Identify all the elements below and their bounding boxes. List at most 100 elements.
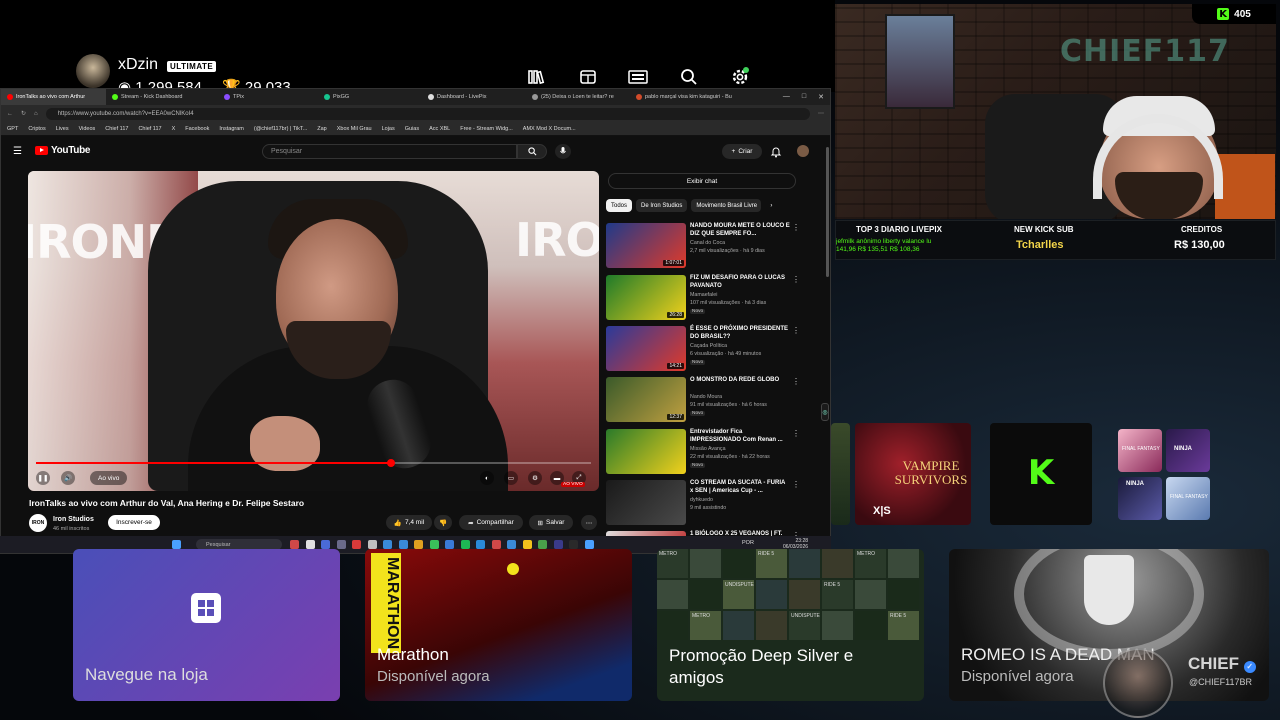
taskbar-app-icon[interactable] bbox=[507, 540, 516, 549]
bookmark[interactable]: Xbox Mil Grau bbox=[337, 126, 372, 132]
save-button[interactable]: ⊞ Salvar bbox=[529, 515, 573, 530]
autoplay-toggle[interactable]: ◐ bbox=[480, 471, 494, 485]
recommendation-title[interactable]: FIZ UM DESAFIO PARA O LUCAS PAVANATO bbox=[690, 275, 790, 290]
subscribe-button[interactable]: Inscrever-se bbox=[108, 515, 160, 530]
more-options-icon[interactable]: ⋮ bbox=[792, 429, 800, 438]
bookmark[interactable]: Videos bbox=[79, 126, 96, 132]
taskbar-app-icon[interactable] bbox=[414, 540, 423, 549]
browser-tab[interactable]: IronTalks ao vivo com Arthur bbox=[1, 89, 106, 105]
bookmark[interactable]: Guias bbox=[405, 126, 419, 132]
library-icon[interactable] bbox=[526, 66, 548, 88]
close-icon[interactable]: ✕ bbox=[818, 93, 824, 101]
recommendation-thumbnail[interactable]: 14:21 bbox=[606, 326, 686, 371]
taskbar-app-icon[interactable] bbox=[569, 540, 578, 549]
recommendation-channel[interactable]: dyhkuedo bbox=[690, 497, 713, 503]
recommendation-item[interactable]: 26:28 FIZ UM DESAFIO PARA O LUCAS PAVANAT… bbox=[606, 275, 801, 325]
vampire-survivors-tile[interactable]: VAMPIRE SURVIVORS X|S bbox=[855, 423, 971, 525]
bookmark[interactable]: Facebook bbox=[185, 126, 209, 132]
recommendation-title[interactable]: É ESSE O PRÓXIMO PRESIDENTE DO BRASIL?? bbox=[690, 326, 790, 341]
recommendation-thumbnail[interactable] bbox=[606, 480, 686, 525]
show-chat-button[interactable]: Exibir chat bbox=[608, 173, 796, 189]
language-indicator[interactable]: POR bbox=[742, 540, 754, 546]
browser-tab[interactable]: TPix bbox=[218, 89, 318, 105]
recommendation-item[interactable]: 1:07:01 NANDO MOURA METE O LOUCO E DIZ QU… bbox=[606, 223, 801, 273]
channel-avatar[interactable]: IRON bbox=[29, 514, 47, 532]
bookmark[interactable]: Chief 117 bbox=[138, 126, 161, 132]
subtitles-icon[interactable]: ▭ bbox=[504, 471, 518, 485]
browser-tab[interactable]: (25) Deixa o Loen te leitar? re bbox=[526, 89, 630, 105]
home-icon[interactable]: ⌂ bbox=[34, 111, 38, 117]
scrollbar[interactable] bbox=[826, 147, 829, 277]
recommendation-channel[interactable]: Caçada Política bbox=[690, 343, 727, 349]
bookmark[interactable]: GPT bbox=[7, 126, 18, 132]
taskbar-app-icon[interactable] bbox=[460, 540, 470, 549]
bookmark[interactable]: Zap bbox=[317, 126, 326, 132]
bookmark[interactable]: Acc XBL bbox=[429, 126, 450, 132]
more-options-icon[interactable]: ⋮ bbox=[792, 326, 800, 335]
browser-tab[interactable]: PixGG bbox=[318, 89, 422, 105]
taskbar-app-icon[interactable] bbox=[445, 540, 454, 549]
bookmark[interactable]: Instagram bbox=[219, 126, 243, 132]
profile-avatar[interactable] bbox=[76, 54, 110, 88]
kick-app-tile[interactable]: K bbox=[990, 423, 1092, 525]
extensions-icon[interactable]: ⋯ bbox=[818, 110, 824, 117]
recommendation-title[interactable]: CO STREAM DA SUCATA - FURIA x SEN | Amer… bbox=[690, 480, 790, 495]
youtube-logo[interactable]: YouTube bbox=[35, 145, 91, 156]
dislike-button[interactable]: 👎 bbox=[434, 515, 452, 530]
recommendation-thumbnail[interactable] bbox=[606, 429, 686, 474]
chip-all[interactable]: Todos bbox=[606, 199, 633, 212]
bookmark[interactable]: Free - Stream Widg... bbox=[460, 126, 513, 132]
volume-icon[interactable]: 🔊 bbox=[61, 471, 75, 485]
browser-tab[interactable]: Dashboard - LivePix bbox=[422, 89, 526, 105]
taskbar-app-icon[interactable] bbox=[321, 540, 330, 549]
back-icon[interactable]: ← bbox=[7, 111, 13, 117]
taskbar-app-icon[interactable] bbox=[538, 540, 547, 549]
taskbar-app-icon[interactable] bbox=[522, 540, 532, 549]
deep-silver-tile[interactable]: METRORIDE 5METROUNDISPUTEDRIDE 5METROUND… bbox=[657, 549, 924, 701]
recommendation-channel[interactable]: Mamaefalei bbox=[690, 292, 717, 298]
taskbar-app-icon[interactable] bbox=[398, 540, 408, 549]
taskbar-app-icon[interactable] bbox=[305, 540, 315, 549]
bookmark[interactable]: X bbox=[172, 126, 176, 132]
recommendation-item[interactable]: Entrevistador Fica IMPRESSIONADO Com Ren… bbox=[606, 429, 801, 479]
taskbar-app-icon[interactable] bbox=[383, 540, 392, 549]
chip-channel[interactable]: De Iron Studios bbox=[636, 199, 688, 212]
recommendation-title[interactable]: O MONSTRO DA REDE GLOBO bbox=[690, 377, 790, 385]
menu-icon[interactable]: ☰ bbox=[13, 146, 22, 157]
recommendation-title[interactable]: Entrevistador Fica IMPRESSIONADO Com Ren… bbox=[690, 429, 790, 444]
ninja-gaiden-tile[interactable]: NINJA bbox=[1118, 477, 1162, 520]
ninja-tile[interactable]: NINJA bbox=[1166, 429, 1210, 472]
game-pass-icon[interactable] bbox=[628, 66, 648, 88]
bookmark[interactable]: (@chief117br) | TikT... bbox=[254, 126, 307, 132]
minimize-icon[interactable]: — bbox=[783, 93, 790, 101]
recommendation-title[interactable]: NANDO MOURA METE O LOUCO E DIZ QUE SEMPR… bbox=[690, 223, 790, 238]
channel-name[interactable]: Iron Studios bbox=[53, 516, 94, 523]
chip-topic[interactable]: Movimento Brasil Livre bbox=[691, 199, 762, 212]
more-actions-icon[interactable]: ⋯ bbox=[581, 515, 597, 530]
final-fantasy-tile[interactable]: FINAL FANTASY bbox=[1118, 429, 1162, 472]
taskbar-app-icon[interactable] bbox=[336, 540, 346, 549]
side-panel-icon[interactable]: ◎ bbox=[821, 403, 829, 421]
like-button[interactable]: 👍 7,4 mil bbox=[386, 515, 432, 530]
url-field[interactable]: https://www.youtube.com/watch?v=EEA0wCNl… bbox=[45, 107, 810, 120]
bookmark[interactable]: AMX Mod X Docum... bbox=[523, 126, 576, 132]
chevron-right-icon[interactable]: › bbox=[765, 199, 777, 212]
more-options-icon[interactable]: ⋮ bbox=[792, 223, 800, 232]
bookmark[interactable]: Lojas bbox=[382, 126, 395, 132]
taskbar-app-icon[interactable] bbox=[290, 540, 299, 549]
store-icon[interactable] bbox=[577, 66, 599, 88]
mic-icon[interactable] bbox=[555, 144, 571, 159]
browser-tab[interactable]: pablo marçal visa kim kataguiri - Bu bbox=[630, 89, 740, 105]
refresh-icon[interactable]: ↻ bbox=[21, 110, 26, 117]
recommendation-channel[interactable]: Nando Moura bbox=[690, 394, 722, 400]
share-button[interactable]: ➦ Compartilhar bbox=[459, 515, 523, 530]
final-fantasy-2-tile[interactable]: FINAL FANTASY bbox=[1166, 477, 1210, 520]
recommendation-thumbnail[interactable]: 12:37 bbox=[606, 377, 686, 422]
live-indicator[interactable]: Ao vivo bbox=[90, 471, 128, 485]
bookmark[interactable]: Chief 117 bbox=[105, 126, 128, 132]
bookmark[interactable]: Criptos bbox=[28, 126, 45, 132]
maximize-icon[interactable]: □ bbox=[802, 93, 806, 101]
youtube-search-button[interactable] bbox=[517, 144, 547, 159]
recommendation-channel[interactable]: Missão Avança bbox=[690, 446, 726, 452]
taskbar-app-icon[interactable] bbox=[476, 540, 485, 549]
